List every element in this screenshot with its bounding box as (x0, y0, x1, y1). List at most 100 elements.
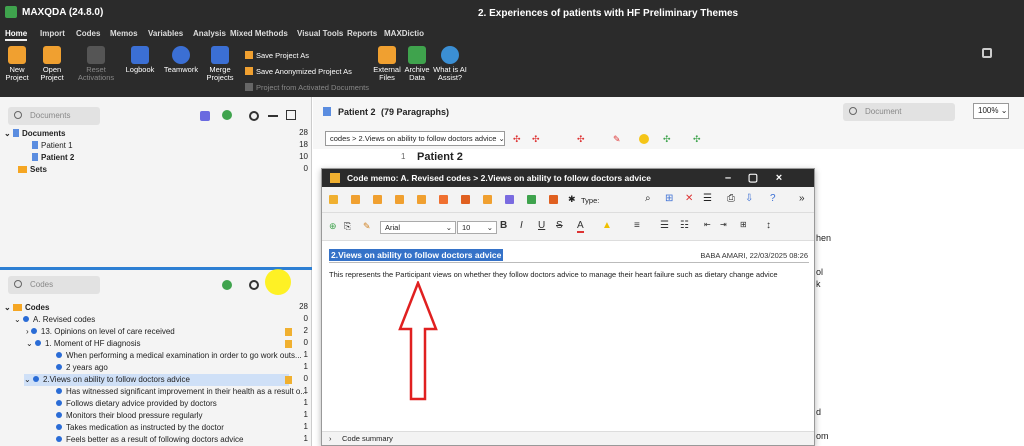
outdent-button[interactable]: ⇥ (720, 220, 727, 229)
save-project-as-button[interactable]: Save Project As (245, 51, 309, 60)
tab-memos[interactable]: Memos (110, 29, 138, 38)
font-select[interactable]: Arial ⌄ (380, 221, 456, 234)
memo-type-icon[interactable] (461, 195, 470, 204)
merge-projects-button[interactable]: Merge Projects (205, 46, 235, 82)
tree-code-item[interactable]: Feels better as a result of following do… (56, 434, 243, 446)
documents-search-input[interactable]: Documents (8, 107, 100, 125)
zoom-select[interactable]: 100% ⌄ (973, 103, 1009, 119)
delete-icon[interactable]: ✕ (685, 193, 693, 204)
save-anonymized-button[interactable]: Save Anonymized Project As (245, 67, 352, 76)
copy-icon[interactable]: ⎘ (344, 221, 351, 232)
search-icon[interactable]: ⌕ (645, 193, 651, 204)
highlighter-icon[interactable]: ✎ (613, 134, 623, 144)
new-project-button[interactable]: New Project (3, 46, 31, 82)
insert-icon[interactable]: ⊕ (329, 221, 337, 232)
tree-sets[interactable]: Sets (18, 164, 47, 176)
memo-type-icon[interactable] (329, 195, 338, 204)
code-memo-icon[interactable]: ⊞ (665, 193, 673, 204)
align-button[interactable]: ≡ (634, 220, 640, 231)
tab-import[interactable]: Import (40, 29, 65, 38)
teamwork-button[interactable]: Teamwork (162, 46, 200, 74)
memo-type-icon[interactable] (351, 195, 360, 204)
close-icon[interactable]: × (768, 169, 790, 187)
gear-icon[interactable]: ✱ (568, 194, 576, 205)
memo-type-icon[interactable] (505, 195, 514, 204)
memo-type-icon[interactable] (527, 195, 536, 204)
tree-code-item-selected[interactable]: ⌄ 2.Views on ability to follow doctors a… (24, 374, 289, 386)
tab-reports[interactable]: Reports (347, 29, 377, 38)
tab-maxdictio[interactable]: MAXDictio (384, 29, 424, 38)
tree-documents[interactable]: ⌄ Documents (4, 128, 66, 140)
tab-codes[interactable]: Codes (76, 29, 100, 38)
code-icon[interactable]: ✣ (693, 134, 703, 144)
indent-button[interactable]: ⇤ (704, 220, 711, 229)
minimize-icon[interactable] (268, 115, 278, 117)
memo-title[interactable]: 2.Views on ability to follow doctors adv… (329, 249, 504, 261)
memo-type-icon[interactable] (373, 195, 382, 204)
gear-icon[interactable] (249, 280, 259, 290)
code-summary-bar[interactable]: › Code summary (322, 431, 814, 445)
add-document-icon[interactable] (222, 110, 232, 120)
archive-data-button[interactable]: Archive Data (403, 46, 431, 82)
tree-code-item[interactable]: Has witnessed significant improvement in… (56, 386, 307, 398)
numbered-list-button[interactable]: ☷ (680, 220, 689, 231)
tab-analysis[interactable]: Analysis (193, 29, 226, 38)
code-icon[interactable]: ✣ (577, 134, 587, 144)
tree-code-item[interactable]: ⌄ A. Revised codes (14, 314, 95, 326)
font-color-button[interactable]: A (577, 220, 584, 233)
code-filter-select[interactable]: codes > 2.Views on ability to follow doc… (325, 131, 505, 146)
memo-type-icon[interactable] (417, 195, 426, 204)
italic-button[interactable]: I (520, 220, 523, 231)
gear-icon[interactable] (249, 111, 259, 121)
emoticode-icon[interactable] (639, 134, 649, 144)
tree-code-item[interactable]: Follows dietary advice provided by docto… (56, 398, 217, 410)
export-icon[interactable]: ⇩ (745, 193, 753, 204)
help-icon[interactable]: ? (770, 193, 776, 204)
tab-variables[interactable]: Variables (148, 29, 183, 38)
memo-type-icon[interactable] (439, 195, 448, 204)
code-icon[interactable]: ✣ (513, 134, 523, 144)
pane-divider[interactable] (0, 267, 312, 270)
print-icon[interactable]: ⎙ (727, 193, 735, 204)
font-size-select[interactable]: 10 ⌄ (457, 221, 497, 234)
tree-code-item[interactable]: Monitors their blood pressure regularly (56, 410, 203, 422)
strikethrough-button[interactable]: S (556, 220, 563, 231)
maximize-icon[interactable] (286, 110, 296, 120)
table-button[interactable]: ⊞ (740, 220, 747, 229)
project-from-activated-button[interactable]: Project from Activated Documents (245, 83, 369, 92)
paint-icon[interactable]: ✎ (363, 221, 371, 232)
tab-mixed-methods[interactable]: Mixed Methods (230, 29, 288, 38)
external-files-button[interactable]: External Files (372, 46, 402, 82)
tree-patient-1[interactable]: Patient 1 (32, 140, 73, 152)
add-code-icon[interactable] (222, 280, 232, 290)
tree-code-item[interactable]: When performing a medical examination in… (56, 350, 302, 362)
tab-visual-tools[interactable]: Visual Tools (297, 29, 343, 38)
tree-code-item[interactable]: › 13. Opinions on level of care received (26, 326, 175, 338)
tree-codes-root[interactable]: ⌄ Codes (4, 302, 49, 314)
codes-search-input[interactable]: Codes (8, 276, 100, 294)
underline-button[interactable]: U (538, 220, 545, 231)
code-icon[interactable]: ✣ (663, 134, 673, 144)
logbook-button[interactable]: Logbook (123, 46, 157, 74)
open-project-button[interactable]: Open Project (35, 46, 69, 82)
maximize-icon[interactable]: ▢ (742, 169, 764, 187)
tree-code-item[interactable]: ⌄ 1. Moment of HF diagnosis (26, 338, 141, 350)
code-icon[interactable]: ✣ (532, 134, 542, 144)
reset-activations-button[interactable]: Reset Activations (76, 46, 116, 82)
memo-body-text[interactable]: This represents the Participant views on… (329, 270, 778, 279)
settings-icon[interactable] (982, 48, 992, 58)
memo-type-icon[interactable] (549, 195, 558, 204)
tree-code-item[interactable]: Takes medication as instructed by the do… (56, 422, 224, 434)
activate-icon[interactable] (200, 111, 210, 121)
tab-home[interactable]: Home (5, 29, 28, 41)
document-search-input[interactable]: Document (843, 103, 955, 121)
highlight-color-button[interactable]: ▲ (602, 220, 612, 231)
memo-type-icon[interactable] (395, 195, 404, 204)
expand-icon[interactable]: » (799, 193, 805, 204)
minimize-icon[interactable]: – (717, 169, 739, 187)
line-spacing-button[interactable]: ↕ (766, 220, 771, 231)
tree-patient-2[interactable]: Patient 2 (32, 152, 74, 164)
list-icon[interactable]: ☰ (703, 193, 712, 204)
ai-assist-button[interactable]: What is AI Assist? (432, 46, 468, 82)
bullet-list-button[interactable]: ☰ (660, 220, 669, 231)
